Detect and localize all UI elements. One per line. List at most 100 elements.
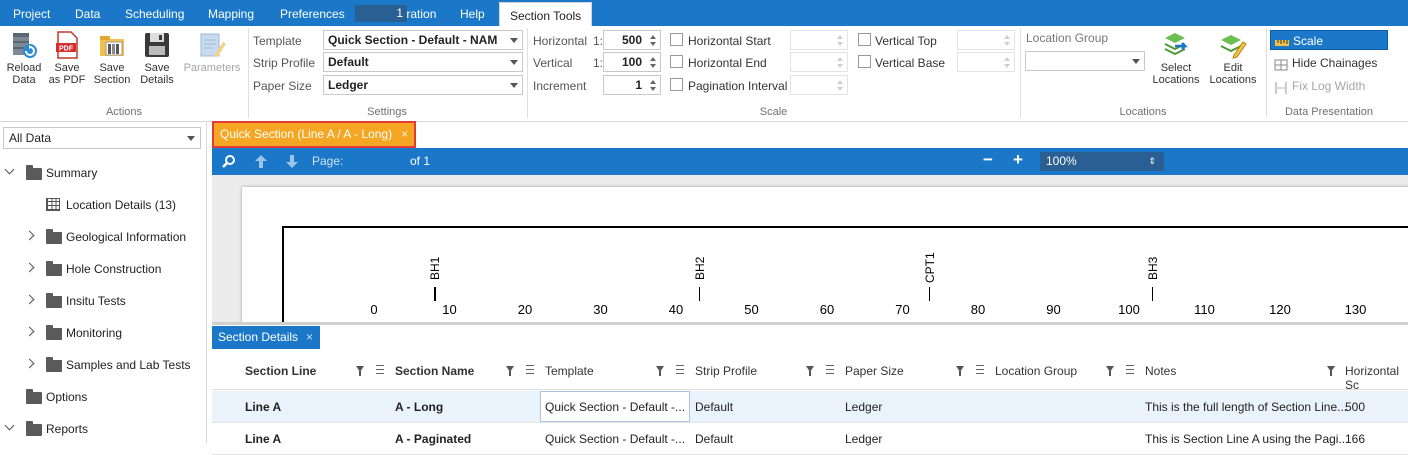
menu-tab-mapping[interactable]: Mapping (208, 0, 254, 26)
location-group-select[interactable] (1025, 51, 1145, 71)
vertical-top-checkbox[interactable] (858, 33, 871, 46)
spin-down-icon[interactable] (650, 42, 656, 46)
parameters-button[interactable]: Parameters (181, 30, 243, 74)
column-menu-icon[interactable] (826, 365, 834, 374)
tree-item[interactable]: Options (0, 388, 205, 406)
table-cell[interactable]: Line A (245, 400, 281, 414)
table-row[interactable]: Line A A - Paginated Quick Section - Defau… (212, 423, 1408, 455)
close-tab-icon[interactable]: × (306, 330, 313, 344)
page-number-input[interactable]: 1 (355, 5, 407, 22)
vertical-base-input[interactable] (957, 52, 1015, 72)
table-cell[interactable]: A - Paginated (395, 432, 471, 446)
column-header[interactable]: Strip Profile (695, 364, 757, 378)
menu-tab-help[interactable]: Help (460, 0, 485, 26)
column-menu-icon[interactable] (676, 365, 684, 374)
increment-input[interactable]: 1 (603, 75, 661, 95)
tree-item[interactable]: Location Details (13) (0, 196, 205, 214)
chevron-right-icon[interactable] (24, 294, 35, 305)
filter-icon[interactable] (1106, 366, 1114, 376)
quick-section-tab[interactable]: Quick Section (Line A / A - Long) × (212, 121, 416, 148)
filter-icon[interactable] (506, 366, 514, 376)
paper-size-select[interactable]: Ledger (323, 75, 523, 95)
close-tab-icon[interactable]: × (401, 127, 408, 141)
fix-log-width-button[interactable]: Fix Log Width (1270, 76, 1388, 96)
pagination-interval-checkbox[interactable] (670, 78, 683, 91)
horizontal-scale-input[interactable]: 500 (603, 30, 661, 50)
column-menu-icon[interactable] (976, 365, 984, 374)
edit-locations-button[interactable]: Edit Locations (1206, 30, 1260, 86)
arrow-down-icon[interactable] (285, 154, 299, 172)
menu-tab-preferences[interactable]: Preferences (280, 0, 345, 26)
table-cell[interactable]: 500 (1345, 400, 1365, 414)
spin-down-icon[interactable] (650, 87, 656, 91)
column-header[interactable]: Template (545, 364, 594, 378)
spin-up-icon[interactable] (650, 35, 656, 39)
table-cell[interactable]: Default (695, 400, 733, 414)
tree-item[interactable]: Geological Information (0, 228, 205, 246)
menu-tab-section-tools[interactable]: Section Tools (499, 2, 593, 26)
menu-tab-scheduling[interactable]: Scheduling (125, 0, 184, 26)
table-cell[interactable]: Ledger (845, 400, 882, 414)
zoom-select[interactable]: 100% ⇕ (1040, 152, 1164, 171)
strip-profile-select[interactable]: Default (323, 52, 523, 72)
table-cell[interactable]: This is the full length of Section Line.… (1145, 400, 1347, 414)
table-cell[interactable]: Quick Section - Default -... (545, 432, 685, 446)
column-header[interactable]: Notes (1145, 364, 1176, 378)
search-icon[interactable] (222, 154, 236, 171)
chevron-right-icon[interactable] (24, 358, 35, 369)
zoom-out-button[interactable]: − (983, 150, 993, 170)
table-row[interactable]: Line A A - Long Quick Section - Default -.… (212, 391, 1408, 423)
table-cell[interactable]: Line A (245, 432, 281, 446)
chevron-right-icon[interactable] (24, 230, 35, 241)
vertical-top-input[interactable] (957, 30, 1015, 50)
arrow-up-icon[interactable] (254, 154, 268, 172)
vertical-base-checkbox[interactable] (858, 55, 871, 68)
reload-data-button[interactable]: Reload Data (4, 30, 44, 86)
filter-icon[interactable] (656, 366, 664, 376)
filter-icon[interactable] (956, 366, 964, 376)
column-header[interactable]: Paper Size (845, 364, 904, 378)
data-filter-select[interactable]: All Data (3, 127, 201, 149)
table-cell[interactable]: Ledger (845, 432, 882, 446)
tree-item[interactable]: Summary (0, 164, 205, 182)
section-details-tab[interactable]: Section Details × (212, 326, 320, 349)
column-header[interactable]: Section Name (395, 364, 474, 378)
column-menu-icon[interactable] (526, 365, 534, 374)
hide-chainages-button[interactable]: Hide Chainages (1270, 53, 1388, 73)
horizontal-end-input[interactable] (790, 52, 848, 72)
column-menu-icon[interactable] (1126, 365, 1134, 374)
table-cell[interactable]: Default (695, 432, 733, 446)
table-cell[interactable]: This is Section Line A using the Pagi... (1145, 432, 1348, 446)
tree-item[interactable]: Insitu Tests (0, 292, 205, 310)
column-menu-icon[interactable] (376, 365, 384, 374)
scale-horizontally-button[interactable]: Scale Horizontally (1270, 30, 1388, 68)
chevron-down-icon[interactable] (4, 420, 15, 431)
menu-tab-data[interactable]: Data (75, 0, 100, 26)
save-details-button[interactable]: Save Details (137, 30, 177, 86)
horizontal-end-checkbox[interactable] (670, 55, 683, 68)
table-cell[interactable]: A - Long (395, 400, 443, 414)
pagination-interval-input[interactable] (790, 75, 848, 95)
chevron-right-icon[interactable] (24, 326, 35, 337)
save-as-pdf-button[interactable]: PDF Save as PDF (48, 30, 86, 86)
table-cell[interactable]: 166 (1345, 432, 1365, 446)
chevron-down-icon[interactable] (4, 164, 15, 175)
chevron-right-icon[interactable] (24, 262, 35, 273)
tree-item[interactable]: Monitoring (0, 324, 205, 342)
select-locations-button[interactable]: Select Locations (1150, 30, 1202, 86)
horizontal-start-checkbox[interactable] (670, 33, 683, 46)
save-section-button[interactable]: Save Section (91, 30, 133, 86)
template-select[interactable]: Quick Section - Default - NAM (323, 30, 523, 50)
vertical-scale-input[interactable]: 100 (603, 52, 661, 72)
horizontal-start-input[interactable] (790, 30, 848, 50)
spin-down-icon[interactable] (650, 64, 656, 68)
column-header[interactable]: Horizontal Sc (1345, 364, 1408, 392)
filter-icon[interactable] (356, 366, 364, 376)
table-cell[interactable]: Quick Section - Default -... (545, 400, 685, 414)
tree-item[interactable]: Hole Construction (0, 260, 205, 278)
column-header[interactable]: Section Line (245, 364, 316, 378)
filter-icon[interactable] (806, 366, 814, 376)
tree-item[interactable]: Reports (0, 420, 205, 438)
zoom-in-button[interactable]: + (1013, 150, 1023, 170)
tree-item[interactable]: Samples and Lab Tests (0, 356, 205, 374)
